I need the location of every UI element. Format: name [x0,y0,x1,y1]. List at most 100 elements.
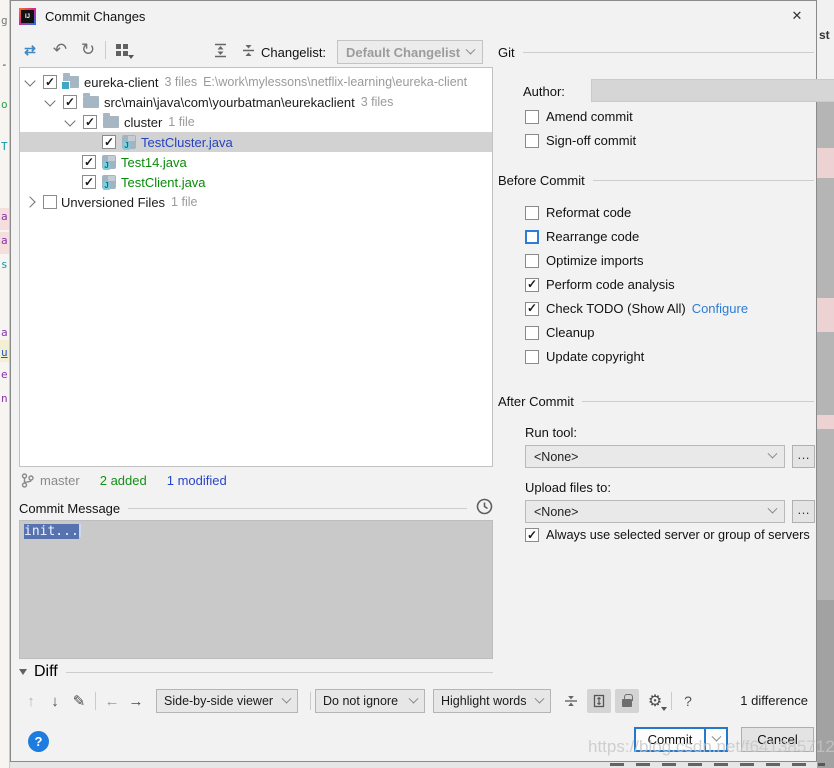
git-branch-icon [21,472,34,488]
next-file-icon[interactable]: → [124,689,148,713]
tree-row-project[interactable]: ✓ eureka-client 3 files E:\work\mylesson… [20,72,492,92]
signoff-commit-checkbox[interactable]: ✓ [525,133,539,148]
added-count[interactable]: 2 added [100,473,147,488]
close-icon[interactable]: ✕ [784,5,810,27]
tree-checkbox[interactable]: ✓ [43,75,57,89]
cancel-button[interactable]: Cancel [741,727,814,752]
previous-file-icon[interactable]: ← [100,689,124,713]
chevron-down-icon [767,503,778,514]
modified-count[interactable]: 1 modified [167,473,227,488]
tree-row-unversioned[interactable]: ✓ Unversioned Files 1 file [20,192,492,212]
collapse-unchanged-icon[interactable] [559,689,583,713]
tree-checkbox[interactable]: ✓ [43,195,57,209]
run-tool-dropdown[interactable]: <None> [525,445,785,468]
title-bar[interactable]: IJ Commit Changes ✕ [11,1,816,31]
dialog-title: Commit Changes [45,9,146,24]
update-copyright-checkbox[interactable]: ✓ [525,349,539,364]
amend-commit-row[interactable]: ✓ Amend commit [525,109,633,124]
author-field[interactable] [591,79,834,102]
group-by-icon[interactable] [111,39,134,61]
tree-row-cluster-folder[interactable]: ✓ cluster 1 file [20,112,492,132]
chevron-expanded-icon[interactable] [44,94,56,107]
project-folder-icon [61,73,79,90]
background-text-fragment: st [819,28,830,42]
next-difference-icon[interactable]: ↓ [43,689,67,713]
chevron-expanded-icon[interactable] [64,114,76,127]
chevron-down-icon [465,44,476,55]
check-todo-checkbox[interactable]: ✓ [525,301,539,316]
tree-checkbox[interactable]: ✓ [82,175,96,189]
chevron-down-icon [767,448,778,459]
edit-source-icon[interactable]: ✎ [67,689,91,713]
commit-split-button[interactable]: Commit [634,727,728,752]
show-diff-icon[interactable]: ⇄ [19,39,41,61]
after-commit-section-header: After Commit [498,394,814,409]
rollback-icon[interactable]: ↶ [49,39,71,61]
previous-difference-icon[interactable]: ↑ [19,689,43,713]
intellij-logo-icon: IJ [19,8,36,25]
configure-link[interactable]: Configure [692,301,748,316]
update-copyright-row[interactable]: ✓ Update copyright [525,349,644,364]
chevron-expanded-icon[interactable] [24,74,36,87]
rearrange-code-row[interactable]: ✓ Rearrange code [525,229,639,244]
diff-toolbar: ↑ ↓ ✎ ← → Side-by-side viewer Do not ign… [19,687,815,715]
diff-settings-gear-icon[interactable]: ⚙ [643,689,667,713]
background-scroll-stripe: st [817,0,834,768]
commit-options-panel: Git Author: ✓ Amend commit ✓ Sign-off co… [498,45,834,665]
reformat-code-checkbox[interactable]: ✓ [525,205,539,220]
background-editor-sliver: g - o T a a s a u e n [0,0,10,768]
code-analysis-row[interactable]: ✓ Perform code analysis [525,277,675,292]
author-row: Author: [523,79,834,102]
tree-row-testclient[interactable]: ✓ TestClient.java [20,172,492,192]
always-use-server-row[interactable]: ✓ Always use selected server or group of… [525,528,810,542]
tree-checkbox[interactable]: ✓ [102,135,116,149]
difference-count: 1 difference [740,693,808,708]
chevron-down-icon [534,693,545,704]
sync-scroll-icon[interactable] [587,689,611,713]
run-tool-label: Run tool: [525,425,578,440]
tree-checkbox[interactable]: ✓ [83,115,97,129]
tree-checkbox[interactable]: ✓ [63,95,77,109]
upload-files-browse-button[interactable]: … [792,500,815,523]
java-file-icon [102,175,116,190]
chevron-collapsed-icon[interactable] [24,196,36,208]
reformat-code-row[interactable]: ✓ Reformat code [525,205,631,220]
check-todo-row[interactable]: ✓ Check TODO (Show All) Configure [525,301,748,316]
expand-all-icon[interactable] [209,39,231,61]
tree-checkbox[interactable]: ✓ [82,155,96,169]
help-button[interactable]: ? [28,731,49,752]
folder-icon [83,93,99,108]
commit-options-chevron[interactable] [704,729,726,750]
before-commit-section-header: Before Commit [498,173,814,188]
run-tool-browse-button[interactable]: … [792,445,815,468]
tree-row-test14[interactable]: ✓ Test14.java [20,152,492,172]
rearrange-code-checkbox[interactable]: ✓ [525,229,539,244]
commit-message-header: Commit Message [19,498,493,516]
upload-files-dropdown[interactable]: <None> [525,500,785,523]
commit-message-input[interactable]: init... [19,520,493,659]
message-history-icon[interactable] [476,498,493,515]
optimize-imports-row[interactable]: ✓ Optimize imports [525,253,644,268]
highlight-mode-dropdown[interactable]: Highlight words [433,689,551,713]
cleanup-row[interactable]: ✓ Cleanup [525,325,594,340]
cleanup-checkbox[interactable]: ✓ [525,325,539,340]
whitespace-dropdown[interactable]: Do not ignore [315,689,425,713]
lock-icon[interactable] [615,689,639,713]
refresh-icon[interactable]: ↻ [77,39,99,61]
optimize-imports-checkbox[interactable]: ✓ [525,253,539,268]
chevron-down-icon [408,693,419,704]
always-use-server-checkbox[interactable]: ✓ [525,528,539,542]
tree-row-package[interactable]: ✓ src\main\java\com\yourbatman\eurekacli… [20,92,492,112]
signoff-commit-row[interactable]: ✓ Sign-off commit [525,133,636,148]
diff-section-header[interactable]: Diff [19,663,493,681]
amend-commit-checkbox[interactable]: ✓ [525,109,539,124]
collapse-all-icon[interactable] [237,39,259,61]
viewer-mode-dropdown[interactable]: Side-by-side viewer [156,689,298,713]
code-analysis-checkbox[interactable]: ✓ [525,277,539,292]
dialog-footer: ? Commit Cancel [11,723,816,761]
tree-row-testcluster[interactable]: ✓ TestCluster.java [20,132,492,152]
selected-text: init... [24,524,79,539]
diff-help-icon[interactable]: ? [676,689,700,713]
commit-button[interactable]: Commit [636,729,704,750]
changelist-dropdown[interactable]: Default Changelist [337,40,483,64]
